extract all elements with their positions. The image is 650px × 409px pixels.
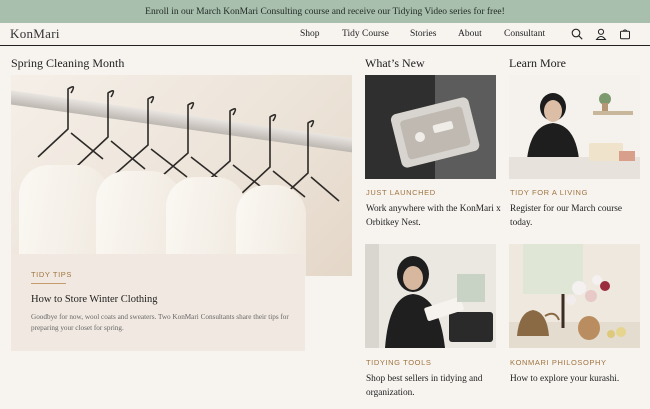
hero-image-hangers[interactable]	[11, 75, 352, 276]
whats-new-kicker-2: TIDYING TOOLS	[366, 358, 432, 367]
kicker-divider	[31, 283, 66, 284]
konmari-logo[interactable]: KonMari	[10, 26, 60, 42]
orbitkey-nest-image[interactable]	[365, 75, 496, 179]
course-graphic	[509, 75, 640, 179]
search-icon[interactable]	[571, 28, 583, 40]
learn-more-title-2[interactable]: How to explore your kurashi.	[510, 373, 645, 387]
nav-link-tidy-course[interactable]: Tidy Course	[342, 29, 410, 39]
featured-description: Goodbye for now, wool coats and sweaters…	[31, 313, 289, 332]
learn-more-title: Learn More	[509, 56, 566, 70]
featured-article-card[interactable]: TIDY TIPS How to Store Winter Clothing G…	[11, 254, 305, 351]
cart-icon[interactable]	[619, 28, 631, 40]
account-icon[interactable]	[595, 28, 607, 40]
nav-link-shop[interactable]: Shop	[300, 29, 342, 39]
orbitkey-nest-graphic	[365, 75, 496, 179]
nav-links: Shop Tidy Course Stories About Consultan…	[300, 29, 560, 39]
learn-more-kicker-2: KONMARI PHILOSOPHY	[510, 358, 607, 367]
learn-more-title-1[interactable]: Register for our March course today.	[510, 203, 645, 230]
nav-link-consultant[interactable]: Consultant	[504, 29, 560, 39]
whats-new-title-1[interactable]: Work anywhere with the KonMari x Orbitke…	[366, 203, 501, 230]
kurashi-graphic	[509, 244, 640, 348]
tidying-tools-image[interactable]	[365, 244, 496, 348]
featured-kicker: TIDY TIPS	[31, 270, 72, 279]
nav-icons	[571, 28, 631, 40]
tidying-tools-graphic	[365, 244, 496, 348]
promo-banner[interactable]: Enroll in our March KonMari Consulting c…	[0, 0, 650, 23]
nav-link-about[interactable]: About	[458, 29, 504, 39]
course-image[interactable]	[509, 75, 640, 179]
kurashi-image[interactable]	[509, 244, 640, 348]
promo-banner-text[interactable]: Enroll in our March KonMari Consulting c…	[145, 7, 505, 17]
whats-new-kicker-1: JUST LAUNCHED	[366, 188, 436, 197]
main-nav: KonMari Shop Tidy Course Stories About C…	[0, 23, 650, 46]
nav-link-stories[interactable]: Stories	[410, 29, 458, 39]
whats-new-title-2[interactable]: Shop best sellers in tidying and organiz…	[366, 373, 501, 400]
featured-section-title: Spring Cleaning Month	[11, 56, 125, 70]
featured-title[interactable]: How to Store Winter Clothing	[31, 294, 158, 305]
whats-new-title: What’s New	[365, 56, 425, 70]
learn-more-kicker-1: TIDY FOR A LIVING	[510, 188, 588, 197]
